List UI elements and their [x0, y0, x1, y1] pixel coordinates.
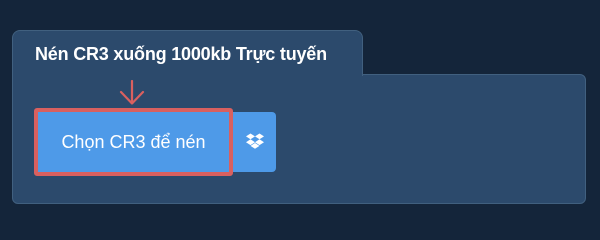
- choose-file-label: Chọn CR3 để nén: [61, 131, 206, 152]
- tool-tab: Nén CR3 xuống 1000kb Trực tuyến: [12, 30, 363, 76]
- dropbox-icon: [245, 133, 264, 149]
- dropbox-button[interactable]: [233, 112, 276, 172]
- choose-file-button[interactable]: Chọn CR3 để nén: [34, 108, 233, 176]
- tool-title: Nén CR3 xuống 1000kb Trực tuyến: [35, 44, 327, 64]
- arrow-down-icon: [119, 80, 145, 105]
